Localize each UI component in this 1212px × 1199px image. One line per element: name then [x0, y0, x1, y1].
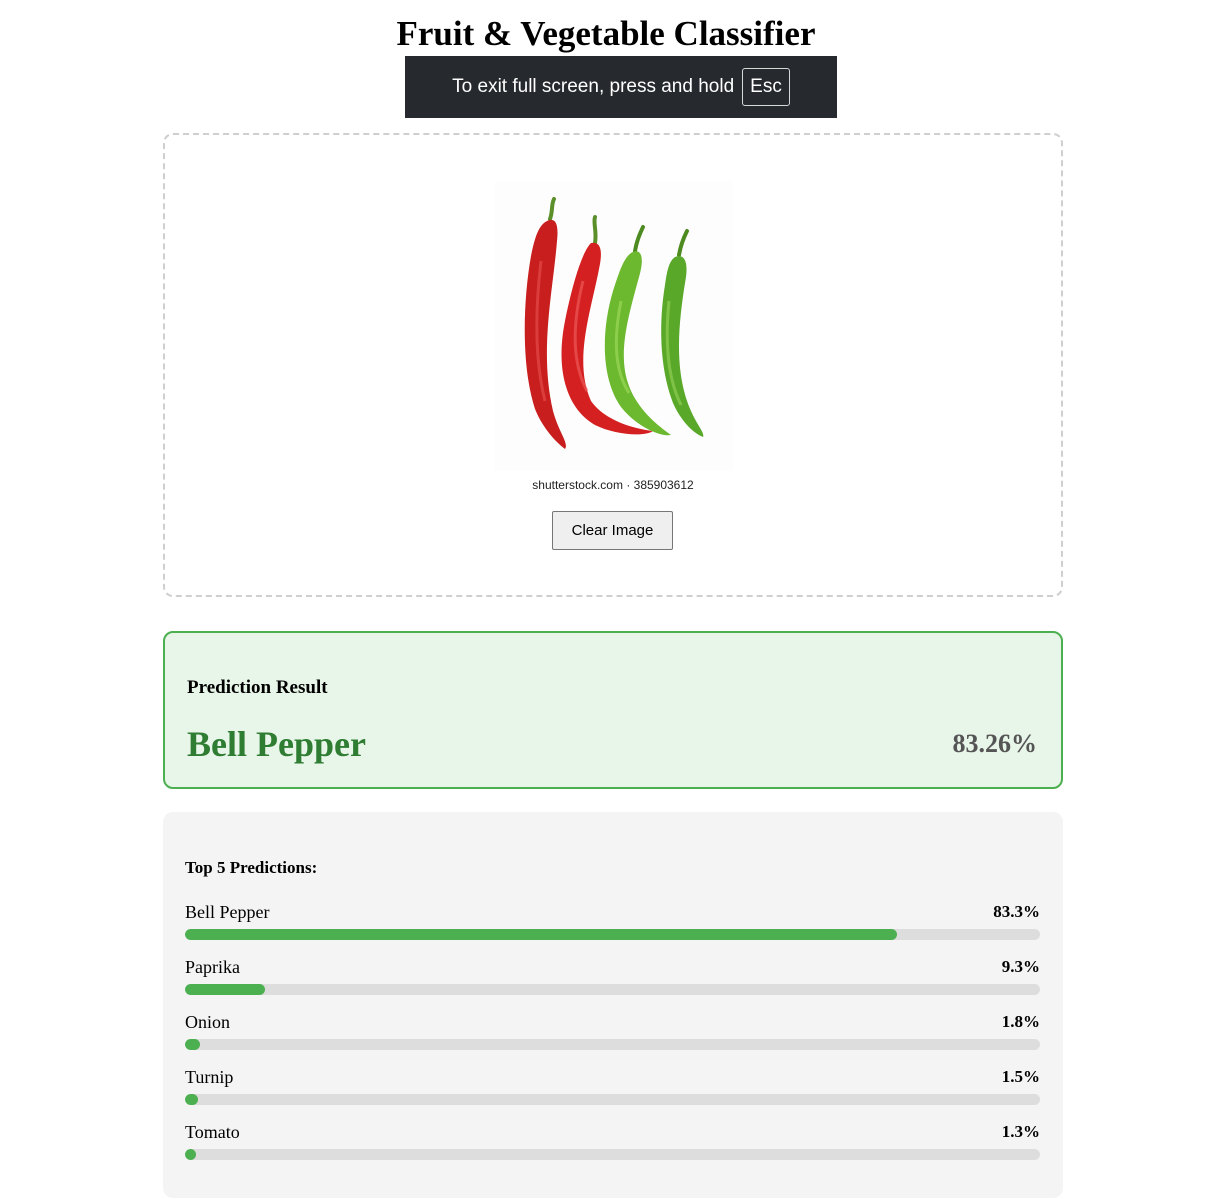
prediction-bar-fill [185, 984, 265, 995]
prediction-row: Tomato 1.3% [185, 1121, 1040, 1176]
prediction-name: Bell Pepper [185, 902, 270, 922]
top-predictions-panel: Top 5 Predictions: Bell Pepper 83.3% Pap… [163, 812, 1063, 1198]
prediction-name: Tomato [185, 1122, 240, 1142]
prediction-percent: 83.3% [993, 902, 1040, 921]
prediction-percent: 1.3% [1001, 1122, 1040, 1141]
fullscreen-exit-notice: To exit full screen, press and hold Esc [405, 56, 837, 118]
prediction-name: Turnip [185, 1067, 234, 1087]
clear-image-button[interactable]: Clear Image [552, 511, 673, 550]
prediction-bar-track [185, 1149, 1040, 1160]
prediction-bar-fill [185, 929, 898, 940]
top-predictions-heading: Top 5 Predictions: [185, 858, 318, 877]
page-title: Fruit & Vegetable Classifier [396, 14, 816, 53]
prediction-percent: 1.8% [1001, 1012, 1040, 1031]
prediction-percent: 9.3% [1001, 957, 1040, 976]
prediction-bar-fill [185, 1149, 197, 1160]
prediction-percent: 1.5% [1001, 1067, 1040, 1086]
esc-key-badge: Esc [742, 68, 790, 106]
prediction-row: Paprika 9.3% [185, 956, 1040, 1011]
prediction-bar-track [185, 1039, 1040, 1050]
chili-peppers-image [524, 197, 704, 449]
prediction-row: Bell Pepper 83.3% [185, 901, 1040, 956]
prediction-name: Paprika [185, 957, 240, 977]
fullscreen-notice-text: To exit full screen, press and hold [452, 76, 735, 97]
uploaded-image [495, 181, 733, 471]
prediction-bar-fill [185, 1094, 198, 1105]
prediction-bar-track [185, 929, 1040, 940]
predicted-confidence: 83.26% [952, 729, 1038, 758]
prediction-row: Onion 1.8% [185, 1011, 1040, 1066]
image-watermark: shutterstock.com · 385903612 [532, 478, 694, 492]
prediction-bar-track [185, 1094, 1040, 1105]
top-predictions-list: Bell Pepper 83.3% Paprika 9.3% Onion 1.8… [185, 901, 1040, 1176]
predicted-label: Bell Pepper [187, 724, 366, 764]
prediction-bar-fill [185, 1039, 201, 1050]
prediction-result-heading: Prediction Result [187, 677, 328, 698]
prediction-row: Turnip 1.5% [185, 1066, 1040, 1121]
prediction-bar-track [185, 984, 1040, 995]
prediction-result-card: Prediction Result Bell Pepper 83.26% [163, 631, 1063, 789]
prediction-name: Onion [185, 1012, 230, 1032]
image-upload-area[interactable]: shutterstock.com · 385903612 Clear Image [163, 133, 1063, 597]
